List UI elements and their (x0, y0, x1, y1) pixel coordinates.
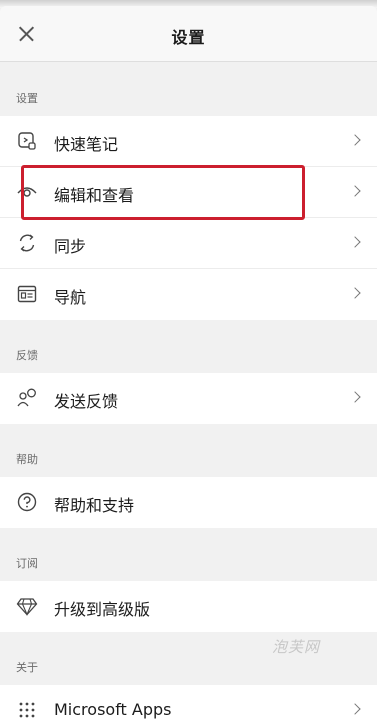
watermark: 泡芙网 (272, 638, 321, 656)
chevron-right-icon (349, 391, 361, 403)
subscription-item-upgrade[interactable]: 升级到高级版 (0, 581, 377, 632)
settings-item-sync[interactable]: 同步 (0, 218, 377, 269)
diamond-icon (16, 598, 38, 616)
highlight-annotation (21, 165, 305, 220)
section-label-about: 关于 (16, 661, 38, 674)
about-group: Microsoft Apps (0, 685, 377, 720)
settings-item-label: 快速笔记 (54, 135, 119, 154)
chevron-right-icon (349, 236, 361, 248)
settings-item-label: 同步 (54, 237, 87, 256)
help-group: 帮助和支持 (0, 477, 377, 528)
settings-item-navigation[interactable]: 导航 (0, 269, 377, 320)
subscription-item-label: 升级到高级版 (54, 600, 151, 619)
page-title: 设置 (171, 28, 206, 47)
section-label-subscription: 订阅 (16, 557, 38, 570)
help-item-label: 帮助和支持 (54, 496, 135, 515)
feedback-group: 发送反馈 (0, 373, 377, 424)
settings-item-label: 导航 (54, 288, 87, 307)
header-bar: 设置 (0, 6, 377, 62)
sync-icon (19, 234, 35, 252)
help-icon (17, 492, 37, 512)
apps-grid-icon (19, 702, 35, 718)
navigation-icon (17, 285, 37, 303)
quick-note-icon (18, 132, 36, 150)
chevron-right-icon (349, 185, 361, 197)
chevron-right-icon (349, 703, 361, 715)
subscription-group: 升级到高级版 (0, 581, 377, 632)
feedback-icon (17, 388, 36, 407)
feedback-item-label: 发送反馈 (54, 392, 119, 411)
section-label-feedback: 反馈 (16, 349, 38, 362)
chevron-right-icon (349, 134, 361, 146)
settings-item-quick-note[interactable]: 快速笔记 (0, 116, 377, 167)
feedback-item-send[interactable]: 发送反馈 (0, 373, 377, 424)
about-item-microsoft-apps[interactable]: Microsoft Apps (0, 685, 377, 720)
section-label-help: 帮助 (16, 453, 38, 466)
section-label-settings: 设置 (16, 92, 38, 105)
about-item-label: Microsoft Apps (54, 700, 172, 719)
help-item-support[interactable]: 帮助和支持 (0, 477, 377, 528)
chevron-right-icon (349, 287, 361, 299)
